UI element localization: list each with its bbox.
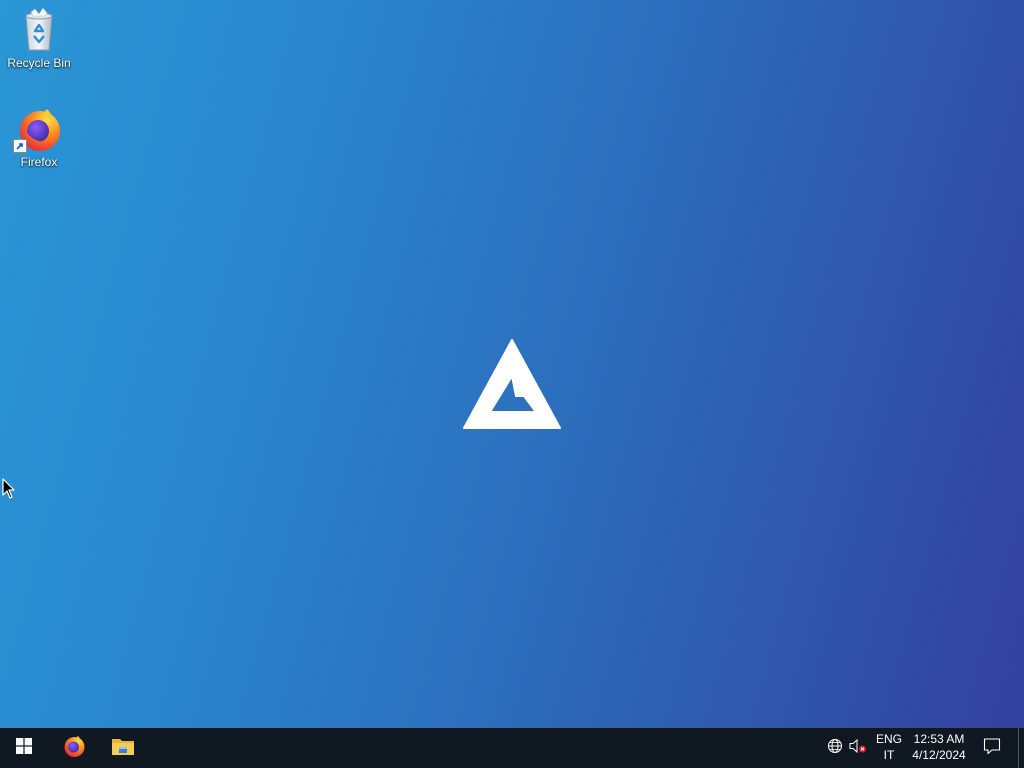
mouse-cursor bbox=[2, 478, 16, 500]
action-center-icon bbox=[983, 737, 1001, 760]
taskbar: ENG IT 12:53 AM 4/12/2024 bbox=[0, 728, 1024, 768]
desktop[interactable]: Recycle Bin Firefox bbox=[0, 0, 1024, 728]
firefox-shortcut[interactable]: Firefox bbox=[1, 105, 77, 169]
taskbar-firefox-button[interactable] bbox=[50, 728, 98, 768]
triangle-logo bbox=[458, 336, 566, 432]
clock-time: 12:53 AM bbox=[913, 732, 965, 746]
globe-network-icon bbox=[827, 738, 843, 759]
volume-tray-button[interactable] bbox=[847, 728, 869, 768]
windows-logo-icon bbox=[16, 737, 32, 759]
firefox-label: Firefox bbox=[20, 155, 58, 169]
recycle-bin-icon bbox=[15, 6, 63, 54]
language-primary: ENG bbox=[875, 732, 902, 746]
start-button[interactable] bbox=[0, 728, 48, 768]
firefox-icon bbox=[62, 734, 86, 763]
network-tray-button[interactable] bbox=[824, 728, 846, 768]
firefox-icon bbox=[13, 105, 63, 153]
taskbar-file-explorer-button[interactable] bbox=[99, 728, 147, 768]
show-desktop-button[interactable] bbox=[1018, 728, 1024, 768]
language-secondary: IT bbox=[883, 748, 895, 762]
recycle-bin-shortcut[interactable]: Recycle Bin bbox=[1, 6, 77, 70]
volume-muted-icon bbox=[849, 738, 867, 759]
recycle-bin-label: Recycle Bin bbox=[7, 56, 71, 70]
input-language-indicator[interactable]: ENG IT bbox=[872, 731, 906, 765]
action-center-button[interactable] bbox=[978, 728, 1006, 768]
clock-date: 4/12/2024 bbox=[912, 748, 966, 762]
shortcut-arrow-icon bbox=[13, 139, 27, 153]
clock[interactable]: 12:53 AM 4/12/2024 bbox=[906, 731, 972, 765]
folder-icon bbox=[111, 735, 135, 762]
